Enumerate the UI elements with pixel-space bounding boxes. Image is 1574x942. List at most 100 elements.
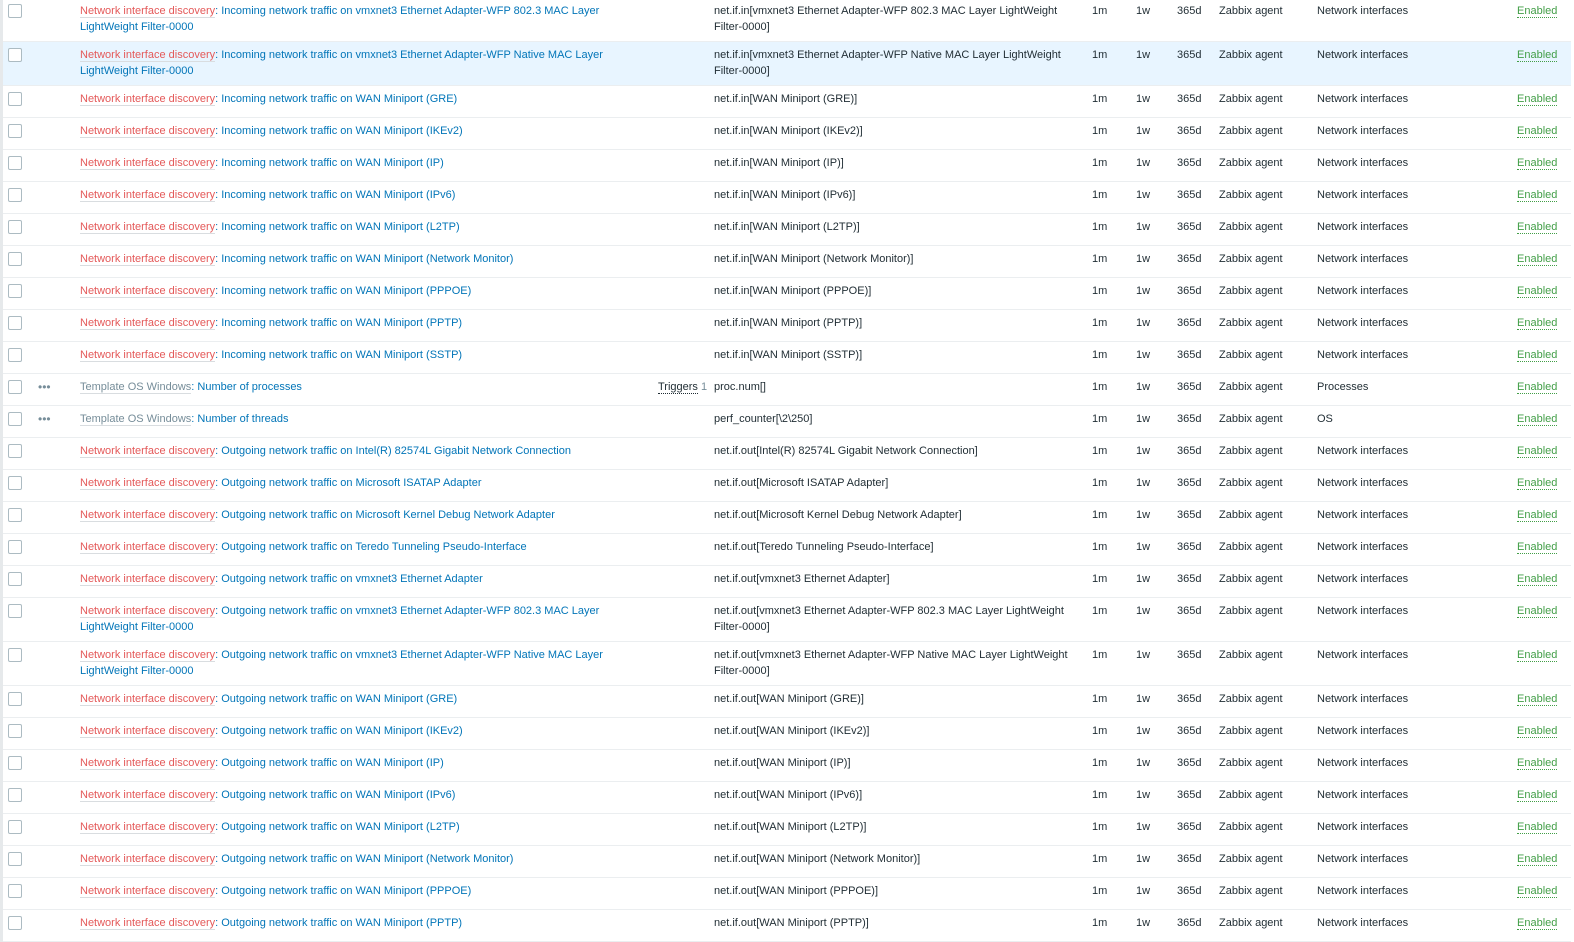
status-toggle[interactable]: Enabled (1517, 189, 1558, 202)
row-checkbox[interactable] (8, 788, 22, 802)
item-name-link[interactable]: Number of threads (197, 413, 288, 425)
more-options-icon[interactable]: ••• (38, 412, 51, 426)
row-checkbox[interactable] (8, 188, 22, 202)
template-link[interactable]: Template OS Windows (80, 413, 192, 426)
status-toggle[interactable]: Enabled (1517, 413, 1558, 426)
row-checkbox[interactable] (8, 692, 22, 706)
item-name-link[interactable]: Incoming network traffic on WAN Miniport… (221, 93, 457, 105)
row-checkbox[interactable] (8, 124, 22, 138)
row-checkbox[interactable] (8, 884, 22, 898)
discovery-rule-link[interactable]: Network interface discovery (80, 885, 216, 898)
discovery-rule-link[interactable]: Network interface discovery (80, 157, 216, 170)
status-toggle[interactable]: Enabled (1517, 157, 1558, 170)
row-checkbox[interactable] (8, 92, 22, 106)
row-checkbox[interactable] (8, 220, 22, 234)
item-name-link[interactable]: Incoming network traffic on WAN Miniport… (221, 221, 459, 233)
discovery-rule-link[interactable]: Network interface discovery (80, 541, 216, 554)
row-checkbox[interactable] (8, 604, 22, 618)
row-checkbox[interactable] (8, 380, 22, 394)
row-checkbox[interactable] (8, 756, 22, 770)
discovery-rule-link[interactable]: Network interface discovery (80, 509, 216, 522)
status-toggle[interactable]: Enabled (1517, 93, 1558, 106)
status-toggle[interactable]: Enabled (1517, 757, 1558, 770)
row-checkbox[interactable] (8, 4, 22, 18)
discovery-rule-link[interactable]: Network interface discovery (80, 445, 216, 458)
status-toggle[interactable]: Enabled (1517, 253, 1558, 266)
item-name-link[interactable]: Incoming network traffic on WAN Miniport… (221, 189, 455, 201)
row-checkbox[interactable] (8, 572, 22, 586)
triggers-link[interactable]: Triggers (658, 381, 698, 394)
row-checkbox[interactable] (8, 476, 22, 490)
status-toggle[interactable]: Enabled (1517, 477, 1558, 490)
row-checkbox[interactable] (8, 508, 22, 522)
status-toggle[interactable]: Enabled (1517, 285, 1558, 298)
row-checkbox[interactable] (8, 916, 22, 930)
discovery-rule-link[interactable]: Network interface discovery (80, 125, 216, 138)
status-toggle[interactable]: Enabled (1517, 541, 1558, 554)
item-name-link[interactable]: Outgoing network traffic on Intel(R) 825… (221, 445, 571, 457)
item-name-link[interactable]: Outgoing network traffic on WAN Miniport… (221, 789, 455, 801)
row-checkbox[interactable] (8, 540, 22, 554)
status-toggle[interactable]: Enabled (1517, 885, 1558, 898)
discovery-rule-link[interactable]: Network interface discovery (80, 317, 216, 330)
status-toggle[interactable]: Enabled (1517, 125, 1558, 138)
status-toggle[interactable]: Enabled (1517, 605, 1558, 618)
status-toggle[interactable]: Enabled (1517, 509, 1558, 522)
more-options-icon[interactable]: ••• (38, 380, 51, 394)
discovery-rule-link[interactable]: Network interface discovery (80, 725, 216, 738)
row-checkbox[interactable] (8, 348, 22, 362)
discovery-rule-link[interactable]: Network interface discovery (80, 349, 216, 362)
discovery-rule-link[interactable]: Network interface discovery (80, 477, 216, 490)
item-name-link[interactable]: Outgoing network traffic on Microsoft IS… (221, 477, 481, 489)
item-name-link[interactable]: Outgoing network traffic on vmxnet3 Ethe… (221, 573, 483, 585)
discovery-rule-link[interactable]: Network interface discovery (80, 821, 216, 834)
status-toggle[interactable]: Enabled (1517, 649, 1558, 662)
row-checkbox[interactable] (8, 252, 22, 266)
discovery-rule-link[interactable]: Network interface discovery (80, 757, 216, 770)
status-toggle[interactable]: Enabled (1517, 573, 1558, 586)
discovery-rule-link[interactable]: Network interface discovery (80, 93, 216, 106)
item-name-link[interactable]: Incoming network traffic on WAN Miniport… (221, 317, 462, 329)
row-checkbox[interactable] (8, 724, 22, 738)
row-checkbox[interactable] (8, 444, 22, 458)
item-name-link[interactable]: Outgoing network traffic on WAN Miniport… (221, 821, 459, 833)
item-name-link[interactable]: Outgoing network traffic on WAN Miniport… (221, 725, 462, 737)
status-toggle[interactable]: Enabled (1517, 381, 1558, 394)
item-name-link[interactable]: Outgoing network traffic on WAN Miniport… (221, 885, 471, 897)
item-name-link[interactable]: Incoming network traffic on WAN Miniport… (221, 157, 444, 169)
discovery-rule-link[interactable]: Network interface discovery (80, 693, 216, 706)
discovery-rule-link[interactable]: Network interface discovery (80, 221, 216, 234)
row-checkbox[interactable] (8, 648, 22, 662)
status-toggle[interactable]: Enabled (1517, 5, 1558, 18)
status-toggle[interactable]: Enabled (1517, 221, 1558, 234)
item-name-link[interactable]: Incoming network traffic on WAN Miniport… (221, 253, 513, 265)
discovery-rule-link[interactable]: Network interface discovery (80, 853, 216, 866)
status-toggle[interactable]: Enabled (1517, 49, 1558, 62)
discovery-rule-link[interactable]: Network interface discovery (80, 789, 216, 802)
discovery-rule-link[interactable]: Network interface discovery (80, 189, 216, 202)
item-name-link[interactable]: Incoming network traffic on WAN Miniport… (221, 125, 462, 137)
discovery-rule-link[interactable]: Network interface discovery (80, 253, 216, 266)
discovery-rule-link[interactable]: Network interface discovery (80, 285, 216, 298)
discovery-rule-link[interactable]: Network interface discovery (80, 5, 216, 18)
row-checkbox[interactable] (8, 852, 22, 866)
discovery-rule-link[interactable]: Network interface discovery (80, 917, 216, 930)
discovery-rule-link[interactable]: Network interface discovery (80, 605, 216, 618)
item-name-link[interactable]: Incoming network traffic on WAN Miniport… (221, 285, 471, 297)
template-link[interactable]: Template OS Windows (80, 381, 192, 394)
status-toggle[interactable]: Enabled (1517, 725, 1558, 738)
item-name-link[interactable]: Incoming network traffic on WAN Miniport… (221, 349, 462, 361)
item-name-link[interactable]: Outgoing network traffic on Teredo Tunne… (221, 541, 526, 553)
row-checkbox[interactable] (8, 316, 22, 330)
item-name-link[interactable]: Outgoing network traffic on WAN Miniport… (221, 853, 513, 865)
status-toggle[interactable]: Enabled (1517, 693, 1558, 706)
status-toggle[interactable]: Enabled (1517, 317, 1558, 330)
item-name-link[interactable]: Number of processes (197, 381, 302, 393)
status-toggle[interactable]: Enabled (1517, 821, 1558, 834)
discovery-rule-link[interactable]: Network interface discovery (80, 649, 216, 662)
status-toggle[interactable]: Enabled (1517, 789, 1558, 802)
discovery-rule-link[interactable]: Network interface discovery (80, 49, 216, 62)
row-checkbox[interactable] (8, 284, 22, 298)
item-name-link[interactable]: Outgoing network traffic on Microsoft Ke… (221, 509, 555, 521)
status-toggle[interactable]: Enabled (1517, 917, 1558, 930)
